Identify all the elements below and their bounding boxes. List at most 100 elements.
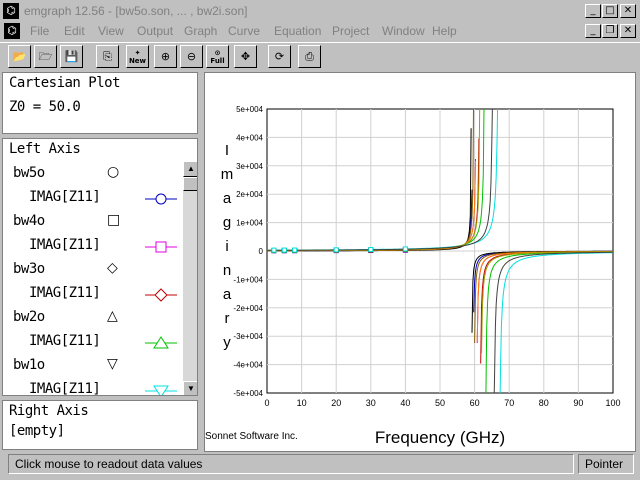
y-axis-label-char: y [223, 334, 231, 351]
x-tick-label: 80 [539, 398, 549, 408]
y-axis-label-char: m [221, 166, 234, 183]
z0-label: Z0 = 50.0 [9, 99, 81, 115]
y-tick-label: 3e+004 [236, 162, 263, 171]
left-panel: Cartesian Plot Z0 = 50.0 Left Axis bw5o ○… [0, 72, 202, 452]
pan-icon[interactable]: ✥ [234, 45, 257, 68]
y-tick-label: -2e+004 [233, 304, 263, 313]
menu-curve[interactable]: Curve [228, 24, 260, 38]
document-icon[interactable]: ⌬ [4, 23, 20, 39]
data-point-marker [281, 247, 287, 253]
left-axis-heading: Left Axis [9, 141, 81, 157]
save-icon[interactable]: 💾 [60, 45, 83, 68]
circle-marker-icon: ○ [107, 164, 119, 180]
menu-project[interactable]: Project [332, 24, 369, 38]
status-mode: Pointer [578, 454, 634, 474]
open-folder-icon[interactable]: 📂 [8, 45, 31, 68]
title-bar: ⌬ emgraph 12.56 - [bw5o.son, ... , bw2i.… [0, 0, 640, 22]
menu-edit[interactable]: Edit [64, 24, 85, 38]
diamond-marker-icon: ◇ [107, 260, 118, 276]
curve-swatch-bw4o [145, 241, 177, 253]
right-axis-heading: Right Axis [9, 403, 89, 419]
curve-swatch-bw2o [145, 336, 177, 349]
new-graph-button[interactable]: ✦ New [126, 45, 149, 68]
right-axis-value: [empty] [9, 423, 65, 439]
x-tick-label: 40 [400, 398, 410, 408]
plot-info-pane: Cartesian Plot Z0 = 50.0 [2, 72, 198, 134]
y-axis-label-char: I [225, 142, 229, 159]
data-point-marker [368, 246, 374, 252]
plot-svg[interactable]: 0 10 20 30 40 50 60 70 80 90 100 5e+004 4e+004 3e+004… [205, 73, 635, 451]
x-tick-label: 30 [366, 398, 376, 408]
minimize-button[interactable]: _ [585, 4, 601, 18]
menu-window[interactable]: Window [382, 24, 425, 38]
graph-area[interactable]: 0 10 20 30 40 50 60 70 80 90 100 5e+004 4e+004 3e+004… [204, 72, 636, 452]
menu-equation[interactable]: Equation [274, 24, 321, 38]
curve-param-bw5o[interactable]: IMAG[Z11] [29, 189, 101, 205]
data-point-marker [333, 247, 339, 253]
y-tick-label: 2e+004 [236, 190, 263, 199]
y-axis-label-char: g [223, 214, 231, 231]
left-axis-pane[interactable]: Left Axis bw5o ○ IMAG[Z11] bw4o □ IMAG[Z11] bw… [2, 138, 198, 396]
y-tick-label: -5e+004 [233, 389, 263, 398]
curve-param-bw3o[interactable]: IMAG[Z11] [29, 285, 101, 301]
status-message: Click mouse to readout data values [8, 454, 574, 474]
menu-help[interactable]: Help [432, 24, 457, 38]
y-tick-label: -3e+004 [233, 332, 263, 341]
scroll-up-icon[interactable]: ▲ [183, 161, 197, 177]
curve-param-bw4o[interactable]: IMAG[Z11] [29, 237, 101, 253]
menu-file[interactable]: File [30, 24, 49, 38]
y-axis-label-char: n [223, 262, 231, 279]
open-project-icon[interactable]: 🗁 [34, 45, 57, 68]
x-axis-label: Frequency (GHz) [375, 428, 505, 447]
menu-graph[interactable]: Graph [184, 24, 217, 38]
triangle-down-marker-icon: ▽ [107, 356, 118, 372]
curve-name-bw4o[interactable]: bw4o [13, 213, 45, 229]
x-tick-label: 70 [504, 398, 514, 408]
scroll-thumb[interactable] [183, 177, 197, 191]
data-point-marker [402, 246, 408, 252]
left-axis-scrollbar[interactable]: ▲ ▼ [183, 161, 197, 395]
y-axis-label-char: a [223, 190, 232, 207]
zoom-out-icon[interactable]: ⊖ [180, 45, 203, 68]
y-axis-label-char: r [225, 310, 230, 327]
full-view-button[interactable]: ⊙ Full [206, 45, 229, 68]
data-point-marker [271, 247, 277, 253]
menu-bar: ⌬ File Edit View Output Graph Curve Equation Pr… [0, 22, 640, 41]
curve-name-bw5o[interactable]: bw5o [13, 165, 45, 181]
close-button[interactable]: ✕ [620, 4, 636, 18]
zoom-in-icon[interactable]: ⊕ [154, 45, 177, 68]
y-tick-label: -1e+004 [233, 275, 263, 284]
app-window: ⌬ emgraph 12.56 - [bw5o.son, ... , bw2i.… [0, 0, 640, 480]
doc-minimize-button[interactable]: _ [585, 24, 601, 38]
copy-icon[interactable]: ⎘ [96, 45, 119, 68]
doc-restore-button[interactable]: ❐ [602, 24, 618, 38]
menu-view[interactable]: View [98, 24, 124, 38]
square-marker-icon: □ [107, 212, 120, 228]
y-tick-label: 4e+004 [236, 133, 263, 142]
right-axis-pane: Right Axis [empty] [2, 400, 198, 450]
curve-swatch-bw5o [145, 193, 177, 205]
app-icon[interactable]: ⌬ [3, 3, 19, 19]
doc-close-button[interactable]: ✕ [620, 24, 636, 38]
plot-type-label: Cartesian Plot [9, 75, 121, 91]
maximize-button[interactable]: □ [602, 4, 618, 18]
menu-output[interactable]: Output [137, 24, 173, 38]
y-tick-label: 0 [259, 247, 264, 256]
refresh-icon[interactable]: ⟳ [268, 45, 291, 68]
print-icon[interactable]: ⎙ [298, 45, 321, 68]
curve-name-bw3o[interactable]: bw3o [13, 261, 45, 277]
scroll-down-icon[interactable]: ▼ [183, 381, 197, 395]
toolbar: 📂 🗁 💾 ⎘ ✦ New ⊕ ⊖ ⊙ Full ✥ ⟳ ⎙ [0, 42, 640, 70]
curve-name-bw1o[interactable]: bw1o [13, 357, 45, 373]
y-axis-label-char: i [225, 238, 228, 255]
y-tick-label: 5e+004 [236, 105, 263, 114]
new-label: New [128, 57, 147, 65]
y-axis-label-char: a [223, 286, 232, 303]
curve-param-bw1o[interactable]: IMAG[Z11] [29, 381, 101, 395]
curve-name-bw2o[interactable]: bw2o [13, 309, 45, 325]
x-tick-label: 60 [470, 398, 480, 408]
curve-param-bw2o[interactable]: IMAG[Z11] [29, 333, 101, 349]
x-tick-label: 90 [573, 398, 583, 408]
x-tick-label: 0 [264, 398, 269, 408]
x-tick-label: 20 [331, 398, 341, 408]
